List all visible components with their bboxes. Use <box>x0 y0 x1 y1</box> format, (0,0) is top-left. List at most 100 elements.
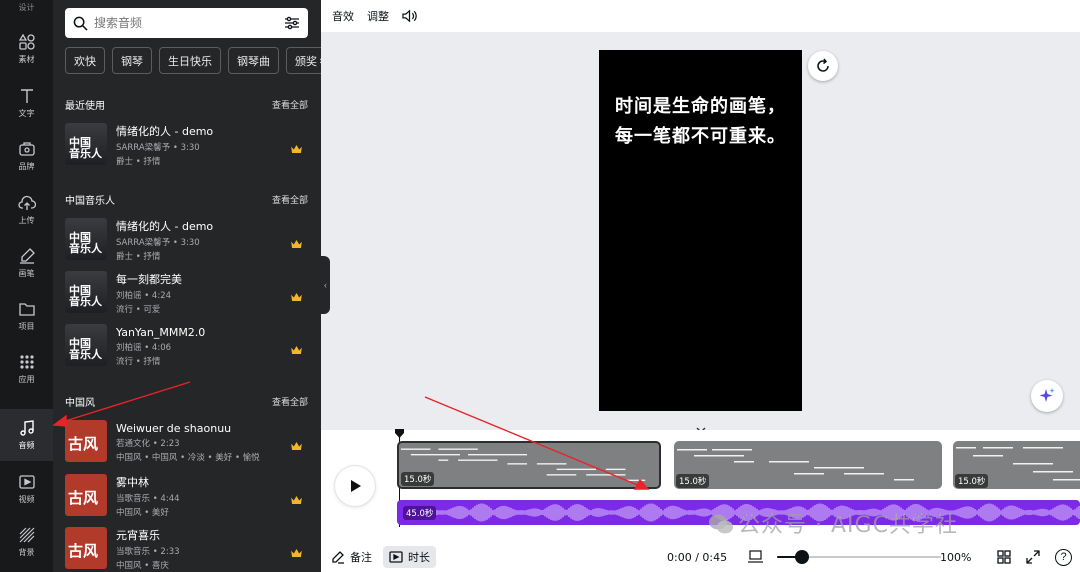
track-item[interactable]: 古风 雾中林 当歌音乐 • 4:44 中国风 • 美好 <box>65 474 308 518</box>
track-item[interactable]: 古风 Weiwuer de shaonuu 若通文化 • 2:23 中国风 • … <box>65 420 308 464</box>
timeline-footer: 备注 时长 0:00 / 0:45 100% ? <box>321 542 1080 572</box>
zoom-slider[interactable] <box>777 550 941 564</box>
volume-icon[interactable] <box>402 9 417 23</box>
chip[interactable]: 生日快乐 <box>159 47 221 74</box>
track-title: 情绪化的人 - demo <box>116 125 214 138</box>
section-title: 中国风 <box>65 398 95 409</box>
track-tags: 流行 • 抒情 <box>116 356 161 367</box>
track-item[interactable]: 中国 音乐人 每一刻都完美 刘柏谣 • 4:24 流行 • 可爱 <box>65 271 308 315</box>
clip-duration: 15.0秒 <box>955 474 989 488</box>
collapse-panel-handle[interactable]: ‹ <box>321 256 330 314</box>
rail-item-draw[interactable]: 画笔 <box>0 237 53 289</box>
rail-item-elements[interactable]: 素材 <box>0 23 53 75</box>
notes-button[interactable]: 备注 <box>331 549 372 565</box>
rail-label: 品牌 <box>18 162 35 171</box>
search-icon <box>73 16 88 31</box>
video-page[interactable]: 时间是生命的画笔， 每一笔都不可重来。 <box>599 50 802 411</box>
rail-label: 项目 <box>18 322 35 331</box>
search-box[interactable] <box>65 8 308 38</box>
text-line: 每一笔都不可重来。 <box>615 126 786 147</box>
track-tags: 中国风 • 中国风 • 冷淡 • 美好 • 愉悦 <box>116 452 260 463</box>
magic-assistant-button[interactable] <box>1031 380 1063 412</box>
crown-icon <box>291 240 302 248</box>
rail-item-upload[interactable]: 上传 <box>0 184 53 236</box>
text-icon <box>20 89 33 103</box>
album-thumbnail: 中国 音乐人 <box>65 123 107 165</box>
watermark: 公众号 · AIGC共学社 <box>708 507 958 539</box>
sparkle-icon <box>1039 388 1055 402</box>
clip-thumbnail <box>400 448 646 482</box>
rail-item-audio[interactable]: 音频 <box>0 409 53 461</box>
crown-icon <box>291 293 302 301</box>
chip[interactable]: 钢琴 <box>112 47 152 74</box>
track-title: 元宵喜乐 <box>116 529 160 542</box>
fullscreen-icon[interactable] <box>1026 550 1040 564</box>
clip-duration: 15.0秒 <box>676 474 710 488</box>
video-clip[interactable]: 15.0秒 <box>953 441 1080 489</box>
track-artist: 当歌音乐 • 4:44 <box>116 494 180 504</box>
grid-view-icon[interactable] <box>997 550 1011 564</box>
chevron-left-icon: ‹ <box>324 280 327 290</box>
search-input[interactable] <box>94 16 284 30</box>
chip[interactable]: 钢琴曲 <box>228 47 279 74</box>
track-title: 情绪化的人 - demo <box>116 220 214 233</box>
adjust-button[interactable]: 调整 <box>367 8 389 24</box>
page-text[interactable]: 时间是生命的画笔， 每一笔都不可重来。 <box>599 92 802 152</box>
track-item[interactable]: 中国 音乐人 YanYan_MMM2.0 刘柏谣 • 4:06 流行 • 抒情 <box>65 324 308 368</box>
brand-icon <box>18 142 35 156</box>
duration-button[interactable]: 时长 <box>383 546 436 568</box>
text-line: 时间是生命的画笔， <box>615 96 786 117</box>
page-view-icon[interactable] <box>747 550 764 564</box>
watermark-text: 公众号 · AIGC共学社 <box>738 513 958 538</box>
chip[interactable]: 欢快 <box>65 47 105 74</box>
timeline: 15.0秒 15.0秒 15.0秒 45.0秒 备注 时长 0:00 / 0:4… <box>321 429 1080 572</box>
track-tags: 爵士 • 抒情 <box>116 157 161 167</box>
rail-item-apps[interactable]: 应用 <box>0 343 53 395</box>
video-clip[interactable]: 15.0秒 <box>674 441 942 489</box>
duration-icon <box>389 551 403 563</box>
section-title: 最近使用 <box>65 101 105 112</box>
see-all-link[interactable]: 查看全部 <box>272 395 308 408</box>
effects-button[interactable]: 音效 <box>332 8 354 24</box>
chevron-down-icon[interactable] <box>695 421 707 433</box>
track-tags: 流行 • 可爱 <box>116 305 161 315</box>
track-artist: 刘柏谣 • 4:06 <box>116 342 172 353</box>
rail-item-projects[interactable]: 项目 <box>0 290 53 342</box>
thumb-text: 古风 <box>68 542 99 560</box>
track-item[interactable]: 中国 音乐人 情绪化的人 - demo SARRA梁馨予 • 3:30 爵士 • … <box>65 123 308 167</box>
filter-icon[interactable] <box>284 15 300 31</box>
crown-icon <box>291 145 302 153</box>
refresh-button[interactable] <box>808 51 838 81</box>
section-chinese-style: 中国风 查看全部 <box>65 394 308 409</box>
chip[interactable]: 颁奖› <box>286 47 321 74</box>
album-thumbnail: 中国 音乐人 <box>65 271 107 313</box>
rail-label: 素材 <box>18 55 35 64</box>
track-artist: 刘柏谣 • 4:24 <box>116 291 172 301</box>
rail-label: 上传 <box>18 216 35 225</box>
wechat-icon <box>709 514 733 534</box>
track-artist: SARRA梁馨予 • 3:30 <box>116 238 200 248</box>
rail-item-video[interactable]: 视频 <box>0 463 53 515</box>
upload-icon <box>17 195 36 210</box>
rail-design-label[interactable]: 设计 <box>0 2 53 13</box>
chevron-right-icon[interactable]: › <box>319 54 321 67</box>
zoom-slider-knob[interactable] <box>794 550 809 564</box>
see-all-link[interactable]: 查看全部 <box>272 193 308 206</box>
rail-item-brand[interactable]: 品牌 <box>0 130 53 182</box>
play-button[interactable] <box>335 466 375 506</box>
track-item[interactable]: 古风 元宵喜乐 当歌音乐 • 2:33 中国风 • 喜庆 <box>65 527 308 571</box>
rail-item-text[interactable]: 文字 <box>0 77 53 129</box>
track-artist: 当歌音乐 • 2:33 <box>116 547 180 557</box>
track-item[interactable]: 中国 音乐人 情绪化的人 - demo SARRA梁馨予 • 3:30 爵士 • … <box>65 218 308 262</box>
chip-label: 颁奖 <box>295 54 317 68</box>
background-icon <box>19 527 34 543</box>
zoom-level[interactable]: 100% <box>940 551 971 564</box>
track-tags: 中国风 • 美好 <box>116 508 169 518</box>
help-button[interactable]: ? <box>1055 548 1072 566</box>
see-all-link[interactable]: 查看全部 <box>272 98 308 111</box>
rail-item-background[interactable]: 背景 <box>0 516 53 568</box>
draw-icon <box>19 248 35 264</box>
video-clip[interactable]: 15.0秒 <box>397 441 661 489</box>
thumb-text: 中国 音乐人 <box>69 136 102 160</box>
crown-icon <box>291 549 302 557</box>
